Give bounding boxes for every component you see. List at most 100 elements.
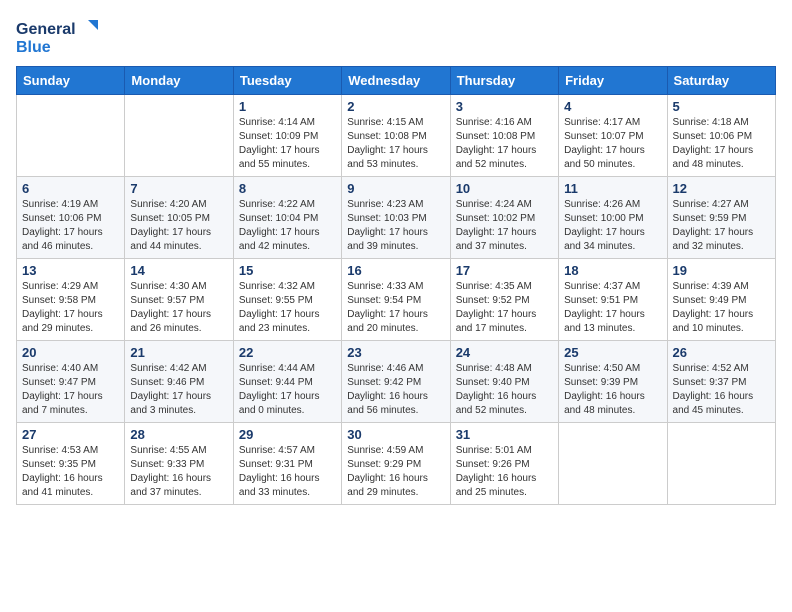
day-info: Sunrise: 4:20 AM Sunset: 10:05 PM Daylig…	[130, 198, 227, 254]
day-info: Sunrise: 4:33 AM Sunset: 9:54 PM Dayligh…	[347, 280, 444, 336]
calendar-cell: 27 Sunrise: 4:53 AM Sunset: 9:35 PM Dayli…	[17, 423, 125, 505]
day-number: 3	[456, 99, 553, 114]
calendar-week-row: 1 Sunrise: 4:14 AM Sunset: 10:09 PM Dayli…	[17, 95, 776, 177]
day-info: Sunrise: 4:55 AM Sunset: 9:33 PM Dayligh…	[130, 444, 227, 500]
day-number: 27	[22, 427, 119, 442]
day-info: Sunrise: 4:23 AM Sunset: 10:03 PM Daylig…	[347, 198, 444, 254]
day-number: 26	[673, 345, 770, 360]
day-info: Sunrise: 4:57 AM Sunset: 9:31 PM Dayligh…	[239, 444, 336, 500]
day-info: Sunrise: 4:46 AM Sunset: 9:42 PM Dayligh…	[347, 362, 444, 418]
calendar-cell: 25 Sunrise: 4:50 AM Sunset: 9:39 PM Dayli…	[559, 341, 667, 423]
calendar-cell: 28Sunrise: 4:55 AM Sunset: 9:33 PM Dayli…	[125, 423, 233, 505]
day-info: Sunrise: 4:18 AM Sunset: 10:06 PM Daylig…	[673, 116, 770, 172]
calendar-cell: 8Sunrise: 4:22 AM Sunset: 10:04 PM Dayli…	[233, 177, 341, 259]
calendar-week-row: 6 Sunrise: 4:19 AM Sunset: 10:06 PM Dayli…	[17, 177, 776, 259]
day-info: Sunrise: 4:22 AM Sunset: 10:04 PM Daylig…	[239, 198, 336, 254]
page-header: GeneralBlue	[16, 16, 776, 56]
day-of-week-header: Thursday	[450, 67, 558, 95]
calendar-cell: 2Sunrise: 4:15 AM Sunset: 10:08 PM Dayli…	[342, 95, 450, 177]
day-of-week-header: Saturday	[667, 67, 775, 95]
logo: GeneralBlue	[16, 16, 106, 56]
day-info: Sunrise: 4:52 AM Sunset: 9:37 PM Dayligh…	[673, 362, 770, 418]
day-number: 16	[347, 263, 444, 278]
day-number: 22	[239, 345, 336, 360]
calendar-cell: 11 Sunrise: 4:26 AM Sunset: 10:00 PM Dayl…	[559, 177, 667, 259]
calendar-cell: 23Sunrise: 4:46 AM Sunset: 9:42 PM Dayli…	[342, 341, 450, 423]
day-number: 31	[456, 427, 553, 442]
day-of-week-header: Sunday	[17, 67, 125, 95]
calendar-cell: 24 Sunrise: 4:48 AM Sunset: 9:40 PM Dayli…	[450, 341, 558, 423]
day-number: 13	[22, 263, 119, 278]
day-number: 5	[673, 99, 770, 114]
day-info: Sunrise: 4:16 AM Sunset: 10:08 PM Daylig…	[456, 116, 553, 172]
day-info: Sunrise: 4:26 AM Sunset: 10:00 PM Daylig…	[564, 198, 661, 254]
calendar-cell: 31 Sunrise: 5:01 AM Sunset: 9:26 PM Dayli…	[450, 423, 558, 505]
calendar-week-row: 27 Sunrise: 4:53 AM Sunset: 9:35 PM Dayli…	[17, 423, 776, 505]
day-info: Sunrise: 4:50 AM Sunset: 9:39 PM Dayligh…	[564, 362, 661, 418]
calendar-cell: 16 Sunrise: 4:33 AM Sunset: 9:54 PM Dayli…	[342, 259, 450, 341]
day-number: 15	[239, 263, 336, 278]
calendar-cell: 14Sunrise: 4:30 AM Sunset: 9:57 PM Dayli…	[125, 259, 233, 341]
day-info: Sunrise: 4:17 AM Sunset: 10:07 PM Daylig…	[564, 116, 661, 172]
day-number: 17	[456, 263, 553, 278]
day-info: Sunrise: 4:39 AM Sunset: 9:49 PM Dayligh…	[673, 280, 770, 336]
day-number: 21	[130, 345, 227, 360]
day-number: 4	[564, 99, 661, 114]
calendar-cell: 17 Sunrise: 4:35 AM Sunset: 9:52 PM Dayli…	[450, 259, 558, 341]
day-number: 18	[564, 263, 661, 278]
day-number: 1	[239, 99, 336, 114]
calendar-cell: 3 Sunrise: 4:16 AM Sunset: 10:08 PM Dayli…	[450, 95, 558, 177]
calendar-cell	[17, 95, 125, 177]
calendar-cell: 22 Sunrise: 4:44 AM Sunset: 9:44 PM Dayli…	[233, 341, 341, 423]
svg-text:General: General	[16, 21, 76, 38]
day-info: Sunrise: 4:29 AM Sunset: 9:58 PM Dayligh…	[22, 280, 119, 336]
calendar-cell: 29 Sunrise: 4:57 AM Sunset: 9:31 PM Dayli…	[233, 423, 341, 505]
day-info: Sunrise: 4:42 AM Sunset: 9:46 PM Dayligh…	[130, 362, 227, 418]
day-number: 29	[239, 427, 336, 442]
svg-text:Blue: Blue	[16, 39, 51, 56]
day-number: 30	[347, 427, 444, 442]
day-number: 11	[564, 181, 661, 196]
day-info: Sunrise: 4:48 AM Sunset: 9:40 PM Dayligh…	[456, 362, 553, 418]
day-number: 19	[673, 263, 770, 278]
calendar-cell: 12Sunrise: 4:27 AM Sunset: 9:59 PM Dayli…	[667, 177, 775, 259]
day-info: Sunrise: 4:19 AM Sunset: 10:06 PM Daylig…	[22, 198, 119, 254]
day-info: Sunrise: 4:44 AM Sunset: 9:44 PM Dayligh…	[239, 362, 336, 418]
calendar-cell: 30Sunrise: 4:59 AM Sunset: 9:29 PM Dayli…	[342, 423, 450, 505]
day-info: Sunrise: 4:27 AM Sunset: 9:59 PM Dayligh…	[673, 198, 770, 254]
calendar-cell: 1 Sunrise: 4:14 AM Sunset: 10:09 PM Dayli…	[233, 95, 341, 177]
day-info: Sunrise: 4:14 AM Sunset: 10:09 PM Daylig…	[239, 116, 336, 172]
calendar-table: SundayMondayTuesdayWednesdayThursdayFrid…	[16, 66, 776, 505]
day-info: Sunrise: 4:35 AM Sunset: 9:52 PM Dayligh…	[456, 280, 553, 336]
day-number: 25	[564, 345, 661, 360]
day-info: Sunrise: 4:30 AM Sunset: 9:57 PM Dayligh…	[130, 280, 227, 336]
logo-icon: GeneralBlue	[16, 16, 106, 56]
calendar-cell	[667, 423, 775, 505]
day-of-week-header: Monday	[125, 67, 233, 95]
calendar-cell: 21 Sunrise: 4:42 AM Sunset: 9:46 PM Dayli…	[125, 341, 233, 423]
day-info: Sunrise: 4:53 AM Sunset: 9:35 PM Dayligh…	[22, 444, 119, 500]
calendar-cell: 15Sunrise: 4:32 AM Sunset: 9:55 PM Dayli…	[233, 259, 341, 341]
day-number: 20	[22, 345, 119, 360]
calendar-week-row: 20 Sunrise: 4:40 AM Sunset: 9:47 PM Dayli…	[17, 341, 776, 423]
calendar-cell: 13 Sunrise: 4:29 AM Sunset: 9:58 PM Dayli…	[17, 259, 125, 341]
calendar-cell	[559, 423, 667, 505]
calendar-week-row: 13 Sunrise: 4:29 AM Sunset: 9:58 PM Dayli…	[17, 259, 776, 341]
day-info: Sunrise: 5:01 AM Sunset: 9:26 PM Dayligh…	[456, 444, 553, 500]
day-of-week-header: Friday	[559, 67, 667, 95]
calendar-cell: 26 Sunrise: 4:52 AM Sunset: 9:37 PM Dayli…	[667, 341, 775, 423]
day-info: Sunrise: 4:15 AM Sunset: 10:08 PM Daylig…	[347, 116, 444, 172]
day-number: 6	[22, 181, 119, 196]
calendar-cell: 7Sunrise: 4:20 AM Sunset: 10:05 PM Dayli…	[125, 177, 233, 259]
calendar-cell: 6 Sunrise: 4:19 AM Sunset: 10:06 PM Dayli…	[17, 177, 125, 259]
day-of-week-header: Wednesday	[342, 67, 450, 95]
day-number: 10	[456, 181, 553, 196]
day-info: Sunrise: 4:40 AM Sunset: 9:47 PM Dayligh…	[22, 362, 119, 418]
calendar-cell: 18 Sunrise: 4:37 AM Sunset: 9:51 PM Dayli…	[559, 259, 667, 341]
calendar-cell: 10Sunrise: 4:24 AM Sunset: 10:02 PM Dayl…	[450, 177, 558, 259]
day-of-week-header: Tuesday	[233, 67, 341, 95]
day-info: Sunrise: 4:37 AM Sunset: 9:51 PM Dayligh…	[564, 280, 661, 336]
calendar-cell: 5 Sunrise: 4:18 AM Sunset: 10:06 PM Dayli…	[667, 95, 775, 177]
day-number: 9	[347, 181, 444, 196]
day-number: 24	[456, 345, 553, 360]
